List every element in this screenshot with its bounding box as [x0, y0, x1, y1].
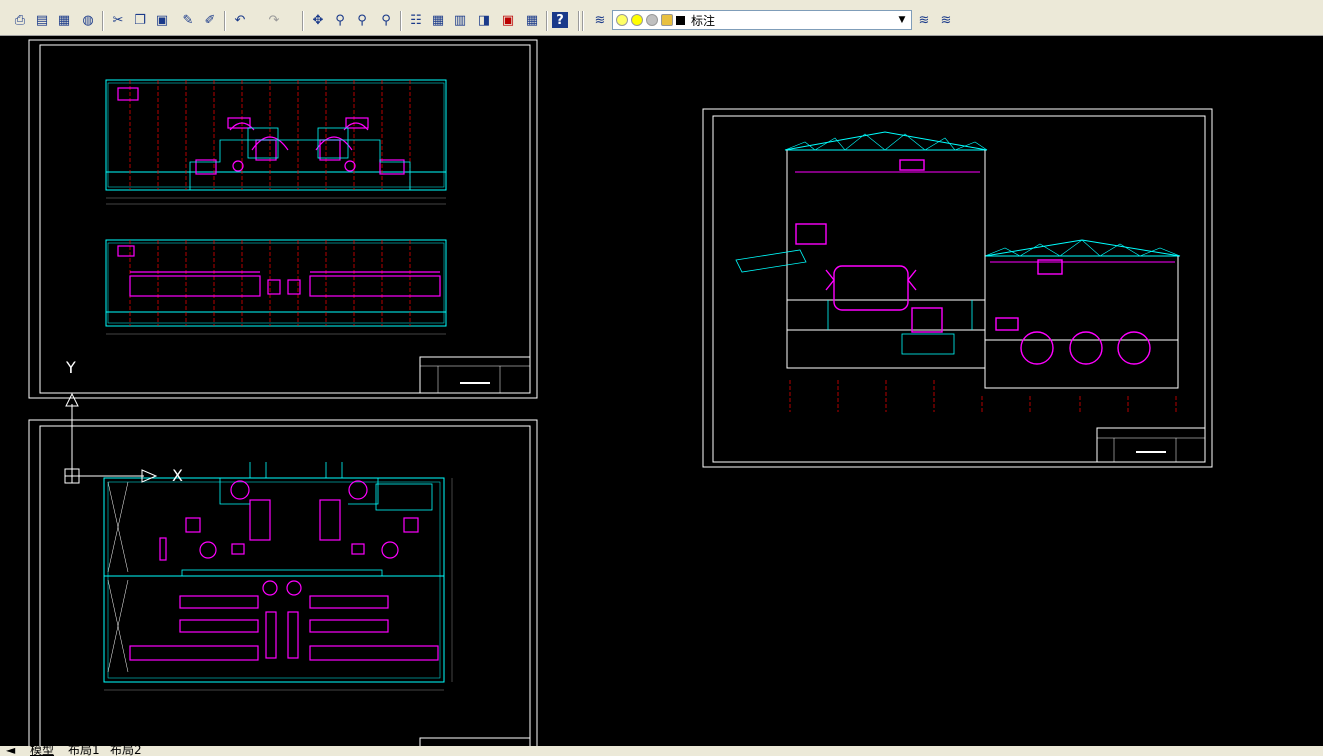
print-preview-icon[interactable]: ▤ — [32, 10, 52, 30]
zoom-previous-icon[interactable]: ⚲ — [376, 10, 396, 30]
tab-layout1[interactable]: 布局1 — [68, 746, 100, 756]
toolbar-separator — [578, 11, 580, 31]
print-icon[interactable]: ⎙ — [10, 10, 30, 30]
ucs-icon — [64, 392, 158, 484]
zoom-realtime-icon[interactable]: ⚲ — [330, 10, 350, 30]
tab-layout2[interactable]: 布局2 — [110, 746, 142, 756]
sheet-section — [702, 108, 1213, 468]
tab-model[interactable]: 模型 — [30, 746, 54, 756]
layer-on-icon[interactable] — [616, 14, 628, 26]
design-center-icon[interactable]: ▦ — [428, 10, 448, 30]
ucs-y-label: Y — [66, 358, 76, 377]
current-layer-name: 标注 — [691, 13, 716, 28]
chevron-down-icon[interactable]: ▼ — [895, 13, 909, 27]
toolbar-separator — [302, 11, 304, 31]
layer-manager-icon[interactable]: ≋ — [590, 10, 610, 30]
markup-icon[interactable]: ▣ — [498, 10, 518, 30]
calculator-icon[interactable]: ▦ — [522, 10, 542, 30]
block-editor-icon[interactable]: ✐ — [200, 10, 220, 30]
toolbar-separator — [582, 11, 584, 31]
drawing-svg — [28, 39, 1213, 751]
layer-thaw-icon[interactable] — [631, 14, 643, 26]
copy-icon[interactable]: ❐ — [130, 10, 150, 30]
layout-tabs: ◄ 模型 布局1 布局2 — [0, 746, 1323, 756]
sheet-plan — [28, 419, 538, 751]
pan-icon[interactable]: ✥ — [308, 10, 328, 30]
ucs-x-label: X — [172, 466, 183, 485]
drawing-canvas[interactable]: Y X — [0, 36, 1323, 751]
sheet-elevation-1 — [28, 39, 538, 399]
properties-icon[interactable]: ☷ — [406, 10, 426, 30]
layer-color-icon — [676, 15, 685, 25]
layer-previous-icon[interactable]: ≋ — [914, 10, 934, 30]
toolbar-separator — [102, 11, 104, 31]
layer-state-icon[interactable]: ≋ — [936, 10, 956, 30]
match-properties-icon[interactable]: ✎ — [178, 10, 198, 30]
publish-icon[interactable]: ▦ — [54, 10, 74, 30]
toolbar-separator — [546, 11, 548, 31]
paste-icon[interactable]: ▣ — [152, 10, 172, 30]
tab-nav-button[interactable]: ◄ — [6, 746, 15, 756]
toolbar-separator — [400, 11, 402, 31]
toolbar-separator — [224, 11, 226, 31]
sheet-set-icon[interactable]: ◨ — [474, 10, 494, 30]
layer-lock-icon[interactable] — [661, 14, 673, 26]
tool-palettes-icon[interactable]: ▥ — [450, 10, 470, 30]
redo-icon[interactable]: ↷ — [264, 10, 284, 30]
cut-icon[interactable]: ✂ — [108, 10, 128, 30]
undo-icon[interactable]: ↶ — [230, 10, 250, 30]
layer-dropdown[interactable]: 标注 ▼ — [612, 10, 912, 30]
zoom-window-icon[interactable]: ⚲ — [352, 10, 372, 30]
help-icon[interactable]: ? — [552, 12, 568, 28]
3d-dwf-icon[interactable]: ◍ — [78, 10, 98, 30]
layer-viewport-icon[interactable] — [646, 14, 658, 26]
